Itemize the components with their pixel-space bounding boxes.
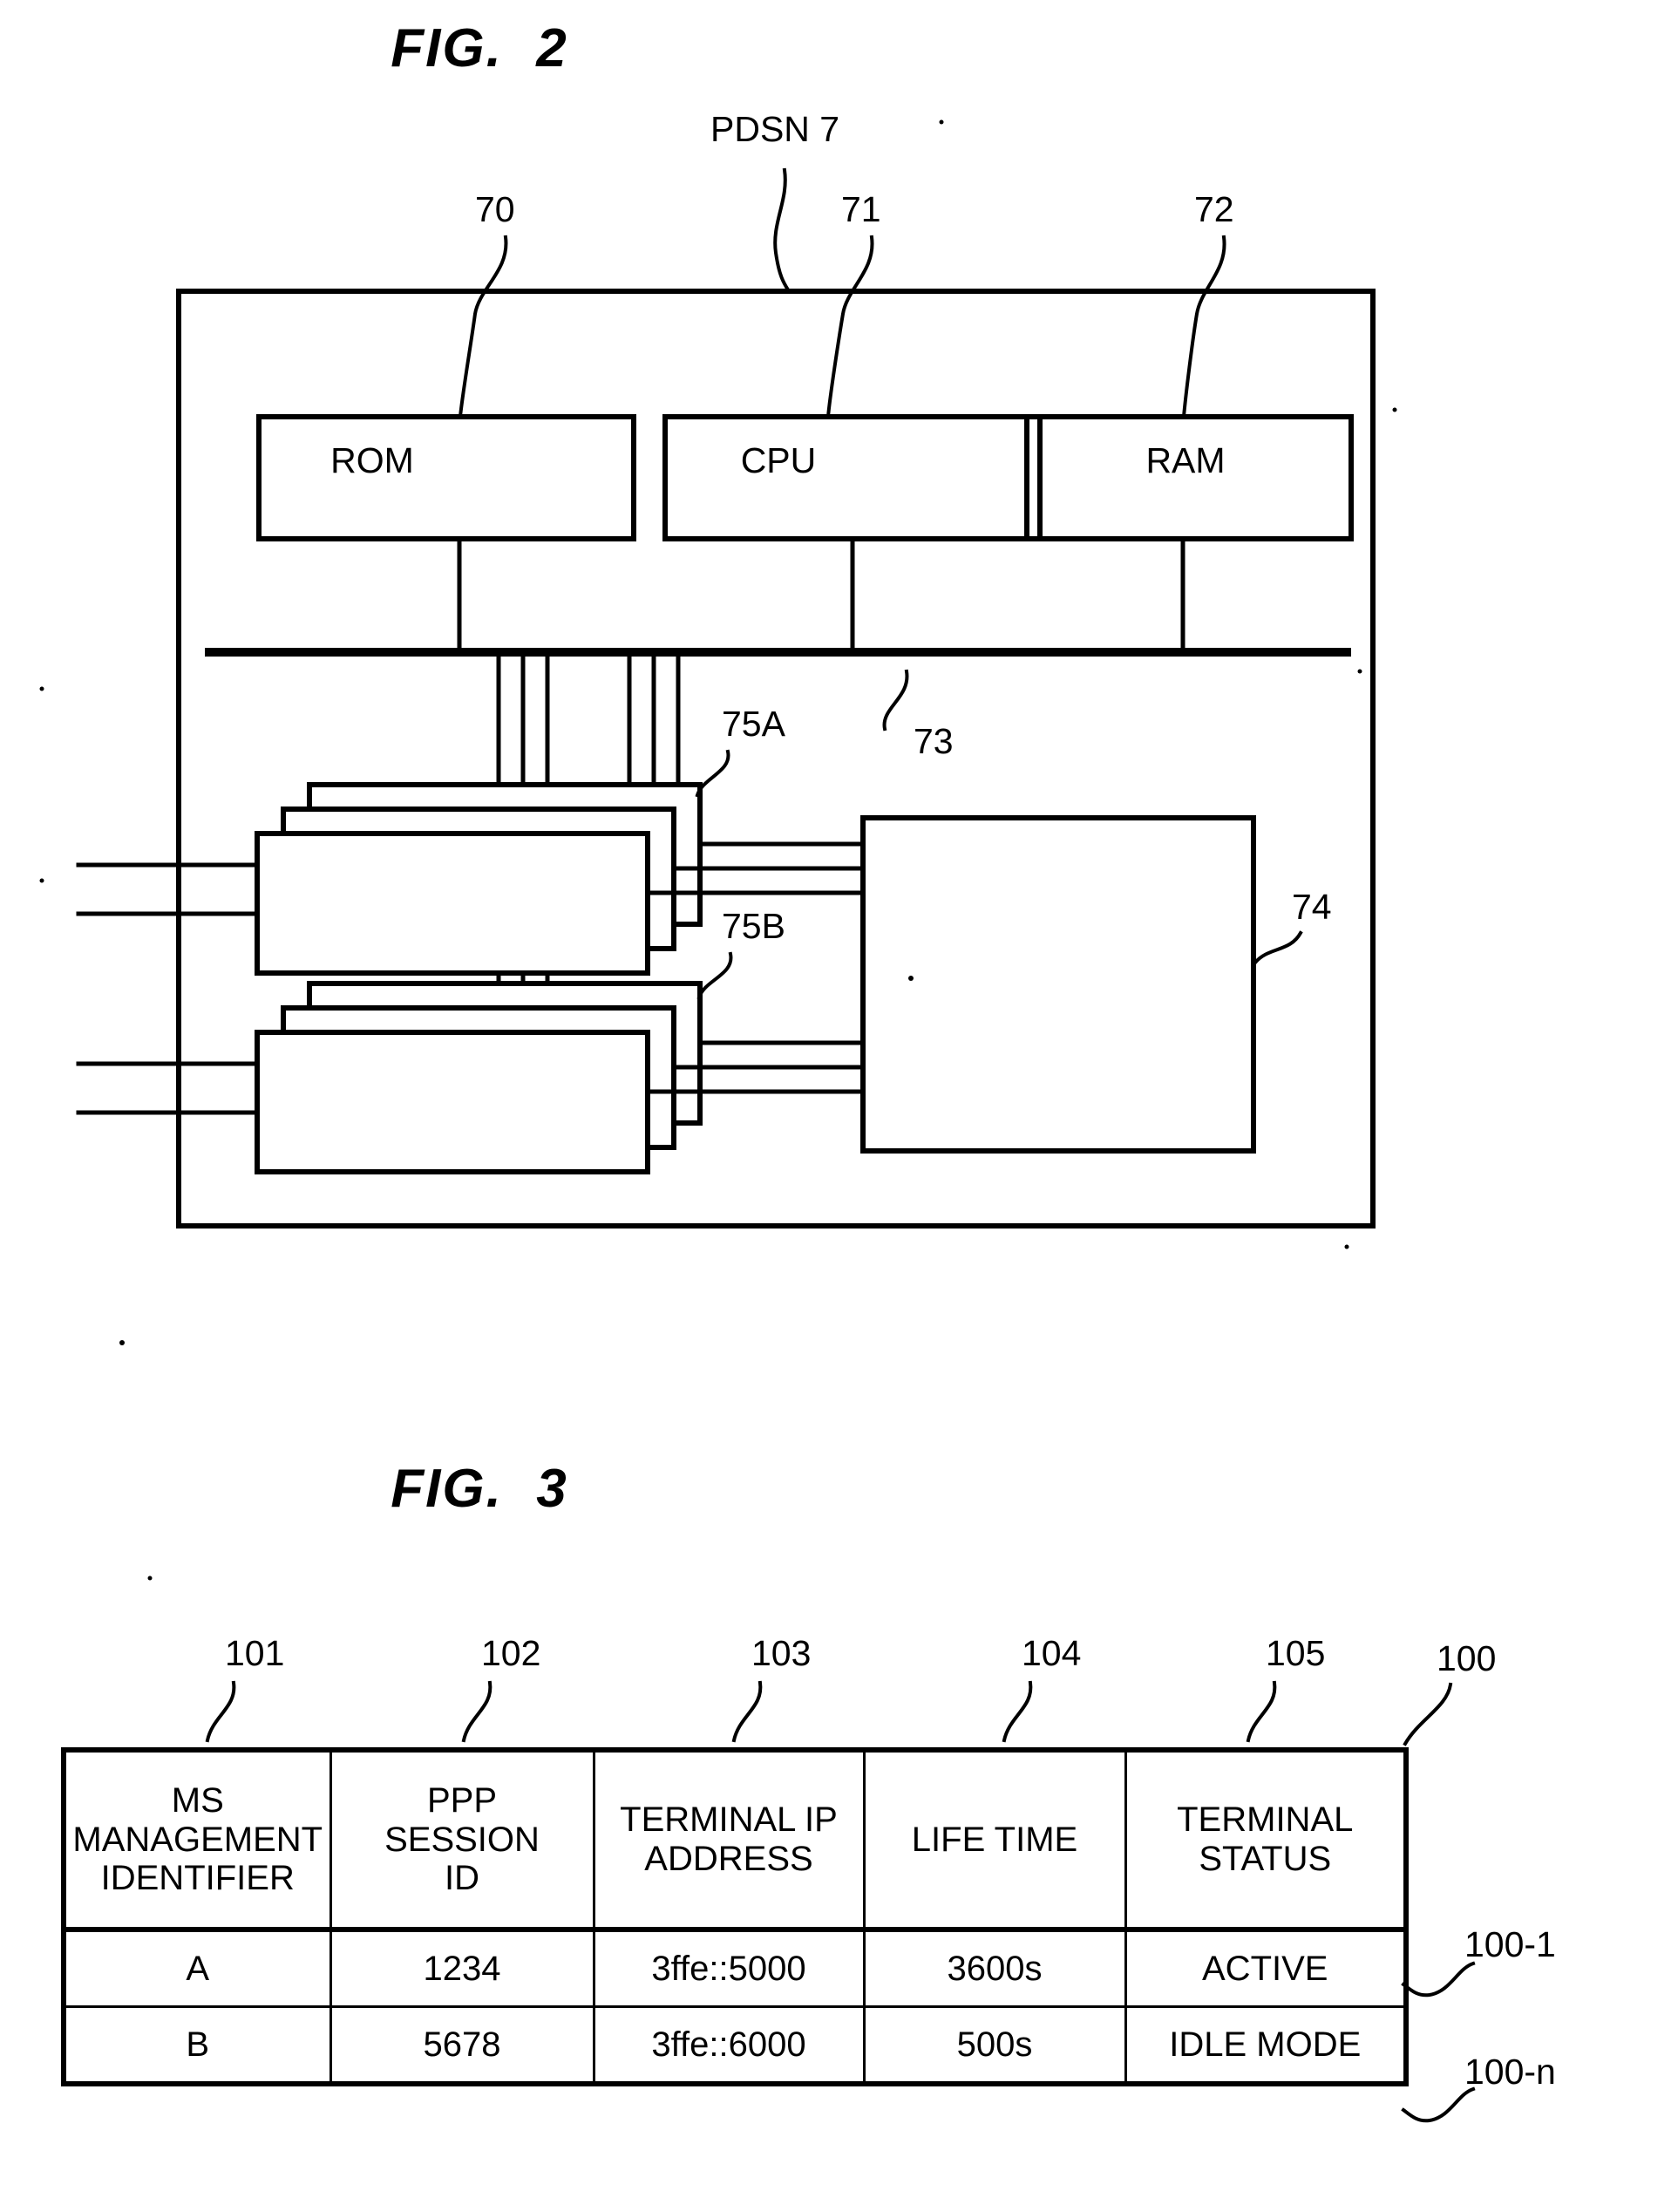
header-label-ppp-session-id: PPP SESSION ID <box>384 1780 540 1898</box>
ref-label-103: 103 <box>751 1633 812 1673</box>
ip-interface-a-card-front <box>255 831 650 976</box>
ref-label-100-1: 100-1 <box>1464 1924 1556 1964</box>
leader-100 <box>1403 1682 1453 1746</box>
table-cell: 3ffe::5000 <box>592 1927 866 2008</box>
cell-value: 500s <box>956 2025 1033 2064</box>
ref-label-73: 73 <box>914 721 954 761</box>
pdsn-system-label: PDSN 7 <box>710 109 840 149</box>
table-cell: 3ffe::6000 <box>592 2005 866 2084</box>
scan-speckle <box>939 119 944 125</box>
leader-75b <box>696 951 733 1000</box>
scan-speckle <box>147 1576 153 1581</box>
leader-104 <box>1002 1680 1033 1743</box>
ref-label-74: 74 <box>1292 887 1332 927</box>
patent-figure-page: FIG. 2 PDSN 7 70 71 72 73 74 75A 75B ROM… <box>0 0 1678 2212</box>
table-row: A 1234 3ffe::5000 3600s ACTIVE <box>64 1927 1406 2008</box>
scan-speckle <box>1392 407 1397 412</box>
scan-speckle <box>119 1340 125 1345</box>
leader-103 <box>731 1680 763 1743</box>
table-header-cell: PPP SESSION ID <box>329 1750 595 1931</box>
ref-label-71: 71 <box>841 189 881 229</box>
table-cell: 1234 <box>329 1927 595 2008</box>
cell-value: 1234 <box>423 1949 501 1988</box>
leader-101 <box>205 1680 236 1743</box>
leader-74 <box>1253 930 1303 965</box>
table-header-cell: TERMINAL IP ADDRESS <box>592 1750 866 1931</box>
leader-105 <box>1246 1680 1277 1743</box>
table-header-cell: LIFE TIME <box>862 1750 1127 1931</box>
figure-2-title: FIG. 2 <box>391 18 568 78</box>
leader-70 <box>458 235 508 419</box>
header-label-life-time: LIFE TIME <box>911 1820 1078 1859</box>
cpu-block-label: CPU <box>740 439 817 480</box>
ref-label-101: 101 <box>225 1633 285 1673</box>
table-cell: 5678 <box>329 2005 595 2084</box>
table-row: B 5678 3ffe::6000 500s IDLE MODE <box>64 2005 1406 2084</box>
scan-speckle <box>1357 669 1362 674</box>
leader-100-n <box>1401 2086 1476 2123</box>
ref-label-100-n: 100-n <box>1464 2052 1556 2092</box>
cell-value: ACTIVE <box>1202 1949 1328 1988</box>
table-cell: 3600s <box>862 1927 1127 2008</box>
table-cell: ACTIVE <box>1124 1927 1406 2008</box>
scan-speckle <box>1344 1244 1349 1249</box>
cell-value: IDLE MODE <box>1169 2025 1362 2064</box>
header-label-terminal-status: TERMINAL STATUS <box>1177 1800 1354 1878</box>
leader-75a <box>695 749 730 798</box>
cell-value: 5678 <box>423 2025 501 2064</box>
cell-value: 3ffe::5000 <box>651 1949 806 1988</box>
header-label-terminal-ip-address: TERMINAL IP ADDRESS <box>620 1800 838 1878</box>
leader-102 <box>461 1680 493 1743</box>
scan-speckle <box>908 976 914 981</box>
ram-block-label: RAM <box>1145 439 1226 480</box>
ref-label-105: 105 <box>1266 1633 1326 1673</box>
scan-speckle <box>39 686 44 691</box>
header-label-ms-management-identifier: MS MANAGEMENT IDENTIFIER <box>72 1780 323 1898</box>
ip-interface-b-card-front <box>255 1030 650 1174</box>
figure-3-title: FIG. 3 <box>391 1459 568 1519</box>
cell-value: 3ffe::6000 <box>651 2025 806 2064</box>
scan-speckle <box>39 878 44 883</box>
table-cell: 500s <box>862 2005 1127 2084</box>
leader-100-1 <box>1401 1961 1476 1998</box>
table-header-cell: TERMINAL STATUS <box>1124 1750 1406 1931</box>
table-cell: IDLE MODE <box>1124 2005 1406 2084</box>
ref-label-100: 100 <box>1437 1638 1497 1678</box>
terminal-management-table: MS MANAGEMENT IDENTIFIER PPP SESSION ID TERM… <box>61 1747 1409 2086</box>
ref-label-70: 70 <box>475 189 515 229</box>
ref-label-104: 104 <box>1022 1633 1082 1673</box>
switch-block <box>860 815 1256 1154</box>
table-cell: B <box>64 2005 332 2084</box>
leader-73 <box>882 669 909 732</box>
ref-label-75a: 75A <box>722 704 785 744</box>
cell-value: 3600s <box>947 1949 1043 1988</box>
leader-pdsn <box>773 167 791 294</box>
rom-block-label: ROM <box>330 439 414 480</box>
ref-label-102: 102 <box>481 1633 541 1673</box>
ref-label-72: 72 <box>1194 189 1234 229</box>
table-header-row: MS MANAGEMENT IDENTIFIER PPP SESSION ID TERM… <box>64 1750 1406 1931</box>
cell-value: B <box>186 2025 210 2064</box>
table-cell: A <box>64 1927 332 2008</box>
leader-71 <box>825 235 874 419</box>
cell-value: A <box>186 1949 210 1988</box>
leader-72 <box>1181 235 1226 419</box>
ref-label-75b: 75B <box>722 906 785 946</box>
table-header-cell: MS MANAGEMENT IDENTIFIER <box>64 1750 332 1931</box>
